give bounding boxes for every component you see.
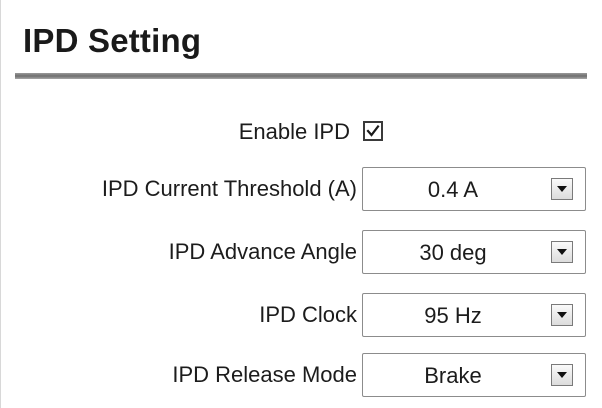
clock-value: 95 Hz xyxy=(424,303,482,328)
clock-select[interactable]: 95 Hz xyxy=(362,293,586,337)
current-threshold-select[interactable]: 0.4 A xyxy=(362,167,586,211)
clock-dropdown-button[interactable] xyxy=(551,304,573,326)
current-threshold-row: IPD Current Threshold (A) 0.4 A xyxy=(1,167,602,211)
enable-ipd-checkbox[interactable] xyxy=(363,121,383,141)
clock-label: IPD Clock xyxy=(259,302,357,327)
current-threshold-label: IPD Current Threshold (A) xyxy=(101,176,357,201)
advance-angle-row: IPD Advance Angle 30 deg xyxy=(1,230,602,274)
advance-angle-dropdown-button[interactable] xyxy=(551,241,573,263)
release-mode-label: IPD Release Mode xyxy=(172,362,357,387)
check-icon xyxy=(366,124,380,137)
release-mode-dropdown-button[interactable] xyxy=(551,364,573,386)
chevron-down-icon xyxy=(557,372,567,378)
current-threshold-dropdown-button[interactable] xyxy=(551,178,573,200)
chevron-down-icon xyxy=(557,186,567,192)
advance-angle-select[interactable]: 30 deg xyxy=(362,230,586,274)
ipd-setting-panel: IPD Setting Enable IPD IPD Current Thres… xyxy=(0,0,602,408)
enable-ipd-row: Enable IPD xyxy=(1,112,602,156)
panel-title: IPD Setting xyxy=(23,22,202,59)
chevron-down-icon xyxy=(557,249,567,255)
advance-angle-label: IPD Advance Angle xyxy=(168,239,357,264)
chevron-down-icon xyxy=(557,312,567,318)
advance-angle-value: 30 deg xyxy=(419,240,487,265)
clock-row: IPD Clock 95 Hz xyxy=(1,293,602,337)
release-mode-row: IPD Release Mode Brake xyxy=(1,353,602,397)
title-divider xyxy=(15,73,587,79)
release-mode-select[interactable]: Brake xyxy=(362,353,586,397)
release-mode-value: Brake xyxy=(424,363,482,388)
enable-ipd-label: Enable IPD xyxy=(238,119,350,144)
current-threshold-value: 0.4 A xyxy=(427,177,479,202)
